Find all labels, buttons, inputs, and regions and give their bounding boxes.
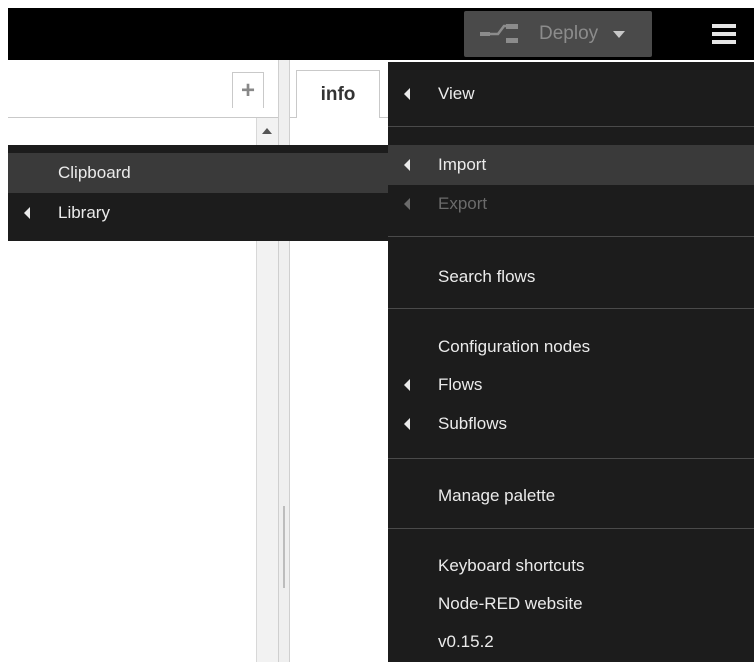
version-label: v0.15.2: [438, 632, 494, 651]
chevron-left-icon: [404, 159, 410, 171]
submenu-item-clipboard[interactable]: Clipboard: [8, 153, 388, 193]
menu-item-label: View: [438, 84, 475, 103]
menu-item-flows[interactable]: Flows: [388, 365, 754, 405]
tab-info[interactable]: info: [296, 70, 380, 119]
main-menu: View Import Export Search flows Configur…: [388, 62, 754, 662]
chevron-left-icon: [404, 88, 410, 100]
menu-item-label: Configuration nodes: [438, 337, 591, 356]
menu-item-keyboard-shortcuts[interactable]: Keyboard shortcuts: [388, 546, 754, 586]
menu-item-label: Keyboard shortcuts: [438, 556, 585, 575]
import-submenu: Clipboard Library: [8, 145, 388, 241]
menu-item-view[interactable]: View: [388, 74, 754, 114]
deploy-icon: [480, 24, 518, 43]
sidebar-tab-bar: info: [290, 60, 390, 119]
workspace-tab-bar: +: [8, 60, 280, 118]
menu-divider: [388, 308, 754, 309]
menu-item-label: Clipboard: [58, 163, 131, 182]
deploy-button[interactable]: Deploy: [464, 11, 652, 57]
menu-item-label: Manage palette: [438, 486, 556, 505]
chevron-left-icon: [404, 198, 410, 210]
menu-item-label: Export: [438, 194, 488, 213]
separator-handle[interactable]: [283, 506, 285, 588]
chevron-left-icon: [404, 418, 410, 430]
menu-item-node-red-website[interactable]: Node-RED website: [388, 584, 754, 624]
chevron-left-icon: [404, 379, 410, 391]
menu-item-configuration-nodes[interactable]: Configuration nodes: [388, 327, 754, 367]
menu-divider: [388, 236, 754, 237]
menu-divider: [388, 458, 754, 459]
menu-divider: [388, 126, 754, 127]
menu-item-manage-palette[interactable]: Manage palette: [388, 476, 754, 516]
add-tab-button[interactable]: +: [232, 72, 264, 108]
menu-item-label: Import: [438, 155, 487, 174]
menu-item-subflows[interactable]: Subflows: [388, 404, 754, 444]
menu-item-version: v0.15.2: [388, 622, 754, 662]
submenu-item-library[interactable]: Library: [8, 193, 388, 233]
menu-item-search-flows[interactable]: Search flows: [388, 257, 754, 297]
hamburger-menu-icon[interactable]: [690, 8, 754, 60]
menu-item-label: Library: [58, 203, 110, 222]
menu-divider: [388, 528, 754, 529]
scroll-up-icon[interactable]: [262, 128, 272, 134]
header-bar: Deploy: [8, 8, 754, 60]
menu-item-import[interactable]: Import: [388, 145, 754, 185]
menu-item-label: Search flows: [438, 267, 536, 286]
menu-item-label: Node-RED website: [438, 594, 583, 613]
caret-down-icon[interactable]: [613, 31, 625, 38]
menu-item-export: Export: [388, 184, 754, 224]
deploy-label: Deploy: [539, 23, 599, 44]
chevron-left-icon: [24, 207, 30, 219]
menu-item-label: Subflows: [438, 414, 507, 433]
menu-item-label: Flows: [438, 375, 483, 394]
